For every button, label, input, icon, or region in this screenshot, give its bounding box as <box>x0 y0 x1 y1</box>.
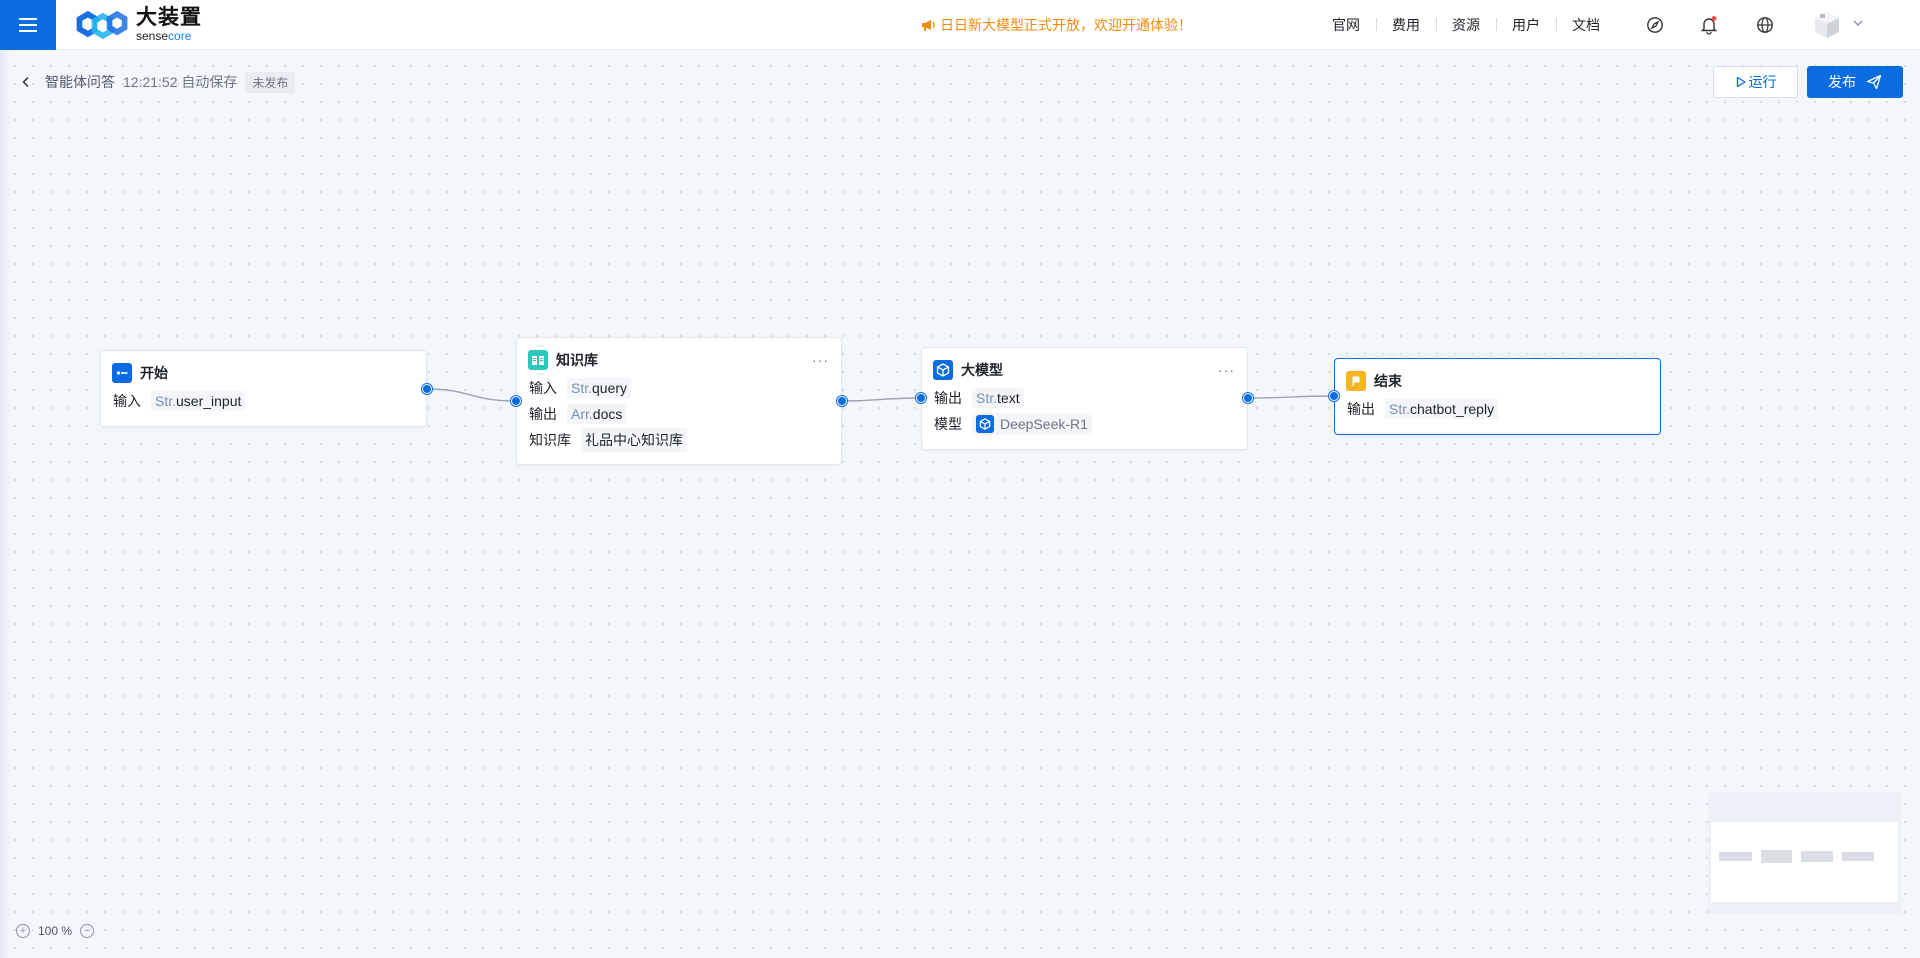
minimap-node <box>1842 852 1874 861</box>
workflow-canvas[interactable] <box>0 51 1920 958</box>
node-knowledge[interactable]: 知识库 ··· 输入 Str. query 输出 Arr. docs 知识库 礼品中… <box>516 337 842 465</box>
book-icon <box>528 350 548 370</box>
publish-label: 发布 <box>1828 74 1856 90</box>
announcement-banner[interactable]: 日日新大模型正式开放，欢迎开通体验！ <box>920 15 1192 35</box>
field-label: 输出 <box>934 390 962 406</box>
minimap-viewport <box>1711 822 1898 902</box>
send-icon <box>1866 74 1882 90</box>
more-options-icon[interactable]: ··· <box>1218 363 1235 377</box>
start-icon <box>112 363 132 383</box>
sensecore-logo-icon <box>76 10 128 39</box>
output-port[interactable] <box>422 384 432 394</box>
nav-users[interactable]: 用户 <box>1496 15 1556 35</box>
field-label: 输入 <box>529 380 557 396</box>
knowledge-base-tag: 礼品中心知识库 <box>581 428 687 452</box>
field-label: 输出 <box>529 406 557 422</box>
field-label: 模型 <box>934 416 962 432</box>
minimap-node <box>1719 852 1752 861</box>
user-avatar[interactable] <box>1812 10 1842 40</box>
cube-icon <box>933 360 953 380</box>
node-field-row: 输入 Str. query <box>517 375 841 401</box>
model-tag: DeepSeek-R1 <box>972 413 1092 435</box>
globe-icon[interactable] <box>1754 14 1776 36</box>
workflow-name: 智能体问答 <box>45 74 115 90</box>
more-options-icon[interactable]: ··· <box>812 353 829 367</box>
input-port[interactable] <box>511 396 521 406</box>
menu-button[interactable] <box>0 0 56 50</box>
canvas-edge-shadow <box>0 51 10 958</box>
zoom-control: + 100 % − <box>16 924 95 938</box>
chevron-down-icon[interactable] <box>1852 17 1864 29</box>
zoom-level: 100 % <box>38 924 73 938</box>
logo-text-en: sensecore <box>136 29 192 43</box>
field-label: 输出 <box>1347 401 1375 417</box>
announcement-text: 日日新大模型正式开放，欢迎开通体验！ <box>940 17 1192 33</box>
status-badge: 未发布 <box>245 71 296 93</box>
workflow-header: 智能体问答 12:21:52 自动保存 未发布 <box>15 70 296 94</box>
back-button[interactable] <box>15 71 37 93</box>
node-field-row: 输出 Arr. docs <box>517 401 841 427</box>
node-title: 开始 <box>140 365 168 381</box>
top-navbar: 大装置 sensecore 日日新大模型正式开放，欢迎开通体验！ 官网 费用 资… <box>0 0 1920 50</box>
nav-docs[interactable]: 文档 <box>1556 15 1616 35</box>
nav-official-site[interactable]: 官网 <box>1316 15 1376 35</box>
minimap-node <box>1801 851 1833 862</box>
node-field-row: 输出 Str. text <box>922 385 1247 411</box>
logo-text-cn: 大装置 <box>136 6 202 29</box>
node-start[interactable]: 开始 输入 Str. user_input <box>100 350 427 427</box>
node-field-row: 模型 DeepSeek-R1 <box>922 411 1247 437</box>
variable-tag: Arr. docs <box>567 404 627 424</box>
input-port[interactable] <box>1329 391 1339 401</box>
megaphone-icon <box>922 20 935 31</box>
nav-billing[interactable]: 费用 <box>1376 15 1436 35</box>
node-title: 结束 <box>1374 373 1402 389</box>
node-field-row: 输入 Str. user_input <box>101 388 426 414</box>
node-title: 大模型 <box>961 362 1003 378</box>
minimap-node <box>1761 850 1792 863</box>
field-label: 知识库 <box>529 432 571 448</box>
field-label: 输入 <box>113 393 141 409</box>
node-llm[interactable]: 大模型 ··· 输出 Str. text 模型 DeepSeek-R1 <box>921 347 1248 450</box>
compass-icon[interactable] <box>1644 14 1666 36</box>
variable-tag: Str. chatbot_reply <box>1385 399 1499 419</box>
output-port[interactable] <box>837 396 847 406</box>
brand-logo[interactable]: 大装置 sensecore <box>74 7 202 42</box>
run-label: 运行 <box>1748 74 1777 90</box>
publish-button[interactable]: 发布 <box>1807 66 1903 98</box>
zoom-out-button[interactable]: − <box>80 924 95 938</box>
output-port[interactable] <box>1243 393 1253 403</box>
play-icon <box>1736 76 1746 88</box>
minimap[interactable] <box>1708 792 1901 914</box>
zoom-in-button[interactable]: + <box>16 924 30 938</box>
node-field-row: 输出 Str. chatbot_reply <box>1335 396 1660 422</box>
variable-tag: Str. query <box>567 378 632 398</box>
run-button[interactable]: 运行 <box>1713 66 1798 98</box>
node-end[interactable]: 结束 输出 Str. chatbot_reply <box>1334 358 1661 435</box>
input-port[interactable] <box>916 393 926 403</box>
hamburger-icon <box>19 17 37 32</box>
variable-tag: Str. user_input <box>151 391 246 411</box>
autosave-time: 12:21:52 自动保存 <box>123 74 238 90</box>
top-nav-links: 官网 费用 资源 用户 文档 <box>1316 0 1616 50</box>
node-field-row: 知识库 礼品中心知识库 <box>517 427 841 453</box>
flag-icon <box>1346 371 1366 391</box>
nav-resources[interactable]: 资源 <box>1436 15 1496 35</box>
model-cube-icon <box>976 415 994 433</box>
bell-icon[interactable] <box>1698 14 1720 36</box>
variable-tag: Str. text <box>972 388 1024 408</box>
node-title: 知识库 <box>556 352 598 368</box>
chevron-left-icon <box>22 76 29 88</box>
